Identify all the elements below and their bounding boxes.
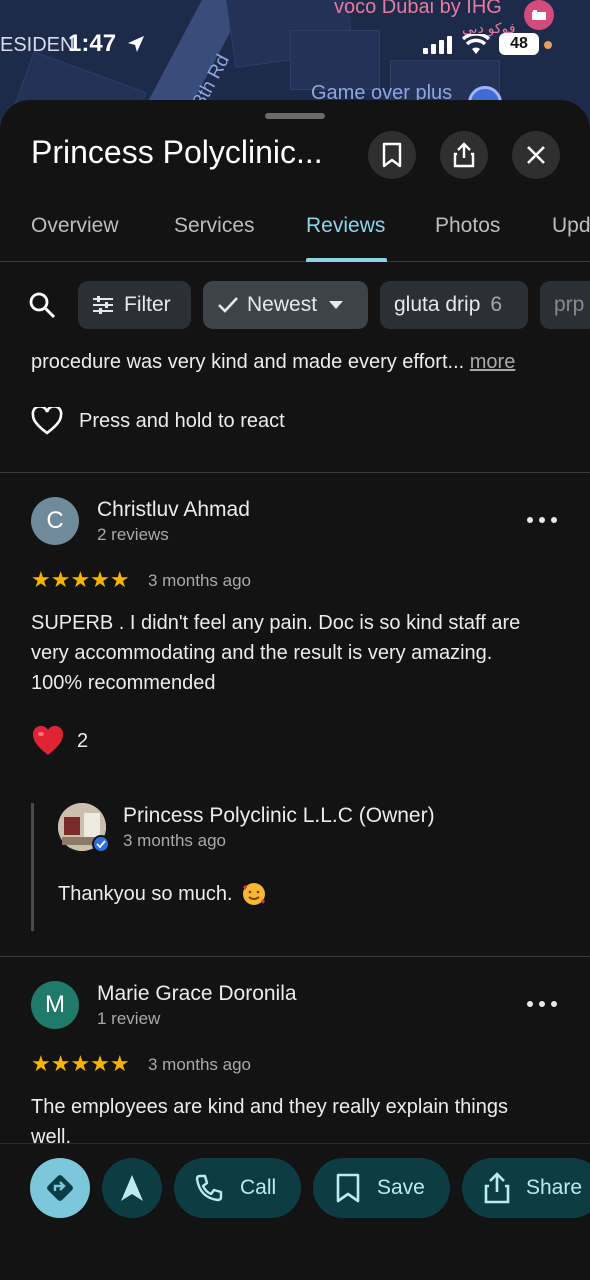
bookmark-icon	[336, 1173, 360, 1203]
review-more-options-icon[interactable]	[527, 514, 557, 526]
topic-chip-next[interactable]: prp	[540, 281, 590, 329]
reaction-summary[interactable]: 2	[31, 725, 88, 757]
tab-updates[interactable]: Upd	[552, 214, 590, 238]
owner-reply-bar	[31, 803, 34, 931]
directions-icon	[47, 1175, 73, 1201]
review-filters: Filter Newest gluta drip 6 prp	[0, 281, 590, 329]
cellular-signal-icon	[423, 36, 452, 54]
avatar-initial: M	[45, 991, 65, 1018]
phone-icon	[195, 1174, 223, 1202]
drag-handle[interactable]	[265, 113, 325, 119]
react-button[interactable]: Press and hold to react	[31, 406, 285, 436]
react-hint: Press and hold to react	[79, 410, 285, 432]
share-button[interactable]: Share	[462, 1158, 590, 1218]
map-label-residence: ESIDEN	[0, 34, 75, 56]
owner-reply-text-row: Thankyou so much.	[58, 879, 267, 909]
call-button[interactable]: Call	[174, 1158, 301, 1218]
avatar[interactable]: M	[31, 981, 79, 1029]
review-author-meta: 2 reviews	[97, 525, 169, 544]
directions-button[interactable]	[30, 1158, 90, 1218]
owner-name: Princess Polyclinic L.L.C (Owner)	[123, 804, 435, 827]
bookmark-icon	[382, 142, 402, 168]
status-bar: ESIDEN 1:47 48	[0, 28, 590, 62]
more-link[interactable]: more	[470, 351, 516, 373]
filter-label: Filter	[124, 293, 171, 316]
place-title: Princess Polyclinic...	[31, 134, 323, 170]
review-divider	[0, 472, 590, 473]
smiling-hearts-emoji-icon	[242, 883, 265, 905]
verified-badge-icon	[92, 835, 110, 853]
save-place-button[interactable]	[368, 131, 416, 179]
avatar[interactable]: C	[31, 497, 79, 545]
tab-reviews[interactable]: Reviews	[306, 214, 385, 238]
place-sheet: Princess Polyclinic... Overview Services…	[0, 100, 590, 1280]
review-date: 3 months ago	[148, 1055, 252, 1074]
review-text-line: very accommodating and the result is ver…	[31, 642, 493, 664]
owner-avatar[interactable]	[58, 803, 110, 853]
review-text: SUPERB . I didn't feel any pain. Doc is …	[31, 608, 520, 698]
share-place-button[interactable]	[440, 131, 488, 179]
action-bar: Call Save Share	[0, 1143, 590, 1280]
sort-label: Newest	[247, 293, 318, 316]
hotel-pin-icon[interactable]	[524, 0, 554, 30]
map-label-hotel[interactable]: voco Dubai by IHG	[334, 0, 502, 19]
dropdown-arrow-icon	[329, 301, 344, 309]
close-button[interactable]	[512, 131, 560, 179]
previous-review-text: procedure was very kind and made every e…	[31, 351, 465, 373]
tab-services[interactable]: Services	[174, 214, 255, 238]
review-text-line: SUPERB . I didn't feel any pain. Doc is …	[31, 612, 521, 634]
tune-icon	[93, 296, 113, 314]
review-author[interactable]: Marie Grace Doronila	[97, 982, 297, 1006]
red-heart-icon	[32, 725, 64, 755]
topic-count: 6	[490, 293, 503, 316]
place-tabs: Overview Services Reviews Photos Upd	[0, 204, 590, 262]
wifi-icon	[461, 32, 491, 61]
review-text-line: 100% recommended	[31, 672, 216, 694]
share-icon	[484, 1172, 510, 1204]
share-label: Share	[526, 1176, 583, 1199]
previous-review-snippet: procedure was very kind and made every e…	[31, 347, 515, 377]
review-author[interactable]: Christluv Ahmad	[97, 498, 250, 522]
topic-chip-gluta-drip[interactable]: gluta drip 6	[380, 281, 528, 329]
save-label: Save	[377, 1176, 425, 1199]
sort-newest-button[interactable]: Newest	[203, 281, 368, 329]
star-rating: ★★★★★	[31, 567, 130, 592]
review-date: 3 months ago	[148, 571, 252, 590]
tab-overview[interactable]: Overview	[31, 214, 119, 238]
topic-label: gluta drip	[394, 293, 481, 316]
reaction-count: 2	[77, 730, 89, 752]
review-author-meta: 1 review	[97, 1009, 161, 1028]
check-icon	[218, 297, 238, 313]
privacy-dot	[544, 41, 552, 49]
review-more-options-icon[interactable]	[527, 998, 557, 1010]
avatar-initial: C	[46, 507, 64, 534]
filter-button[interactable]: Filter	[78, 281, 191, 329]
search-reviews-icon[interactable]	[28, 291, 56, 324]
owner-reply-date: 3 months ago	[123, 831, 227, 850]
review-text-line: The employees are kind and they really e…	[31, 1096, 508, 1118]
share-icon	[453, 142, 475, 168]
battery-indicator: 48	[499, 33, 539, 55]
close-icon	[527, 146, 545, 164]
next-topic-label: prp	[554, 293, 585, 316]
start-navigation-button[interactable]	[102, 1158, 162, 1218]
save-button[interactable]: Save	[313, 1158, 450, 1218]
heart-outline-icon	[31, 407, 63, 435]
review-divider	[0, 956, 590, 957]
owner-reply-text: Thankyou so much.	[58, 883, 233, 905]
star-rating: ★★★★★	[31, 1051, 130, 1076]
active-tab-indicator	[306, 258, 387, 262]
call-label: Call	[240, 1176, 277, 1199]
navigation-arrow-icon	[121, 1175, 143, 1201]
status-time: 1:47	[68, 30, 117, 57]
tab-photos[interactable]: Photos	[435, 214, 500, 238]
location-arrow-icon	[126, 34, 146, 59]
